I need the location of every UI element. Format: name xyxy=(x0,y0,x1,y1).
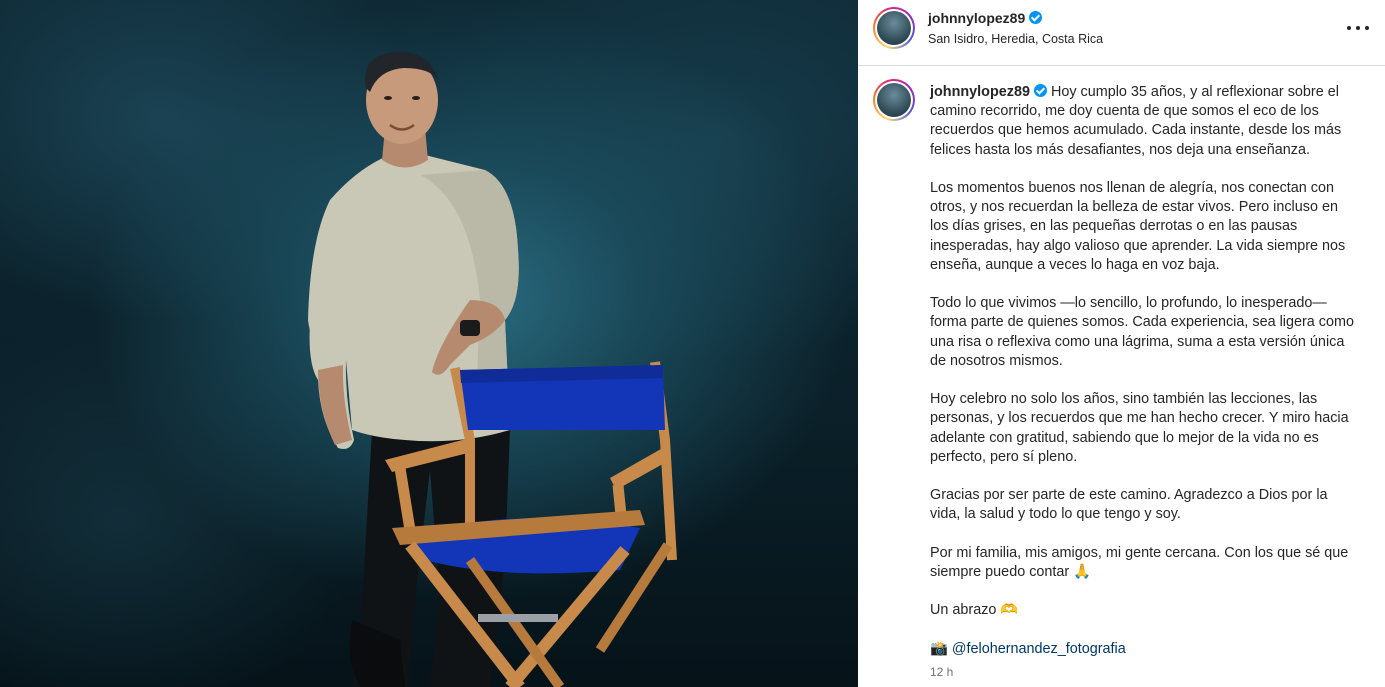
header-username-row: johnnylopez89 xyxy=(928,10,1043,26)
caption-paragraph-4: Hoy celebro no solo los años, sino tambi… xyxy=(930,391,1349,465)
caption-avatar[interactable] xyxy=(873,79,915,121)
caption-paragraph-3: Todo lo que vivimos —lo sencillo, lo pro… xyxy=(930,295,1354,369)
caption-credit: 📸 @felohernandez_fotografia xyxy=(930,640,1355,659)
post-photo[interactable] xyxy=(0,0,858,687)
post-side-panel: johnnylopez89 San Isidro, Heredia, Costa… xyxy=(858,0,1385,687)
verified-badge-icon xyxy=(1029,11,1043,24)
caption-paragraph-6: Por mi familia, mis amigos, mi gente cer… xyxy=(930,544,1349,580)
verified-badge-icon xyxy=(1033,84,1047,97)
more-dot-icon xyxy=(1365,26,1369,30)
more-dot-icon xyxy=(1347,26,1351,30)
avatar[interactable] xyxy=(873,7,915,49)
more-options-button[interactable] xyxy=(1347,19,1369,37)
post-caption-area: johnnylopez89 Hoy cumplo 35 años, y al r… xyxy=(858,66,1385,687)
post-location[interactable]: San Isidro, Heredia, Costa Rica xyxy=(928,32,1103,46)
more-dot-icon xyxy=(1356,26,1360,30)
avatar-image xyxy=(877,83,911,117)
camera-emoji-icon: 📸 xyxy=(930,640,948,657)
post-timestamp[interactable]: 12 h xyxy=(930,665,953,679)
caption-paragraph-2: Los momentos buenos nos llenan de alegrí… xyxy=(930,180,1346,273)
photo-illustration xyxy=(308,51,677,687)
caption-paragraph-5: Gracias por ser parte de este camino. Ag… xyxy=(930,487,1328,523)
caption: johnnylopez89 Hoy cumplo 35 años, y al r… xyxy=(930,83,1355,678)
caption-paragraph-1: johnnylopez89 Hoy cumplo 35 años, y al r… xyxy=(930,83,1355,160)
photographer-mention-link[interactable]: @felohernandez_fotografia xyxy=(952,641,1126,657)
caption-paragraph-7: Un abrazo 🫶 xyxy=(930,602,1019,619)
post-header: johnnylopez89 San Isidro, Heredia, Costa… xyxy=(858,0,1385,66)
caption-username[interactable]: johnnylopez89 xyxy=(930,84,1030,100)
avatar-image xyxy=(877,11,911,45)
header-username[interactable]: johnnylopez89 xyxy=(928,10,1025,26)
